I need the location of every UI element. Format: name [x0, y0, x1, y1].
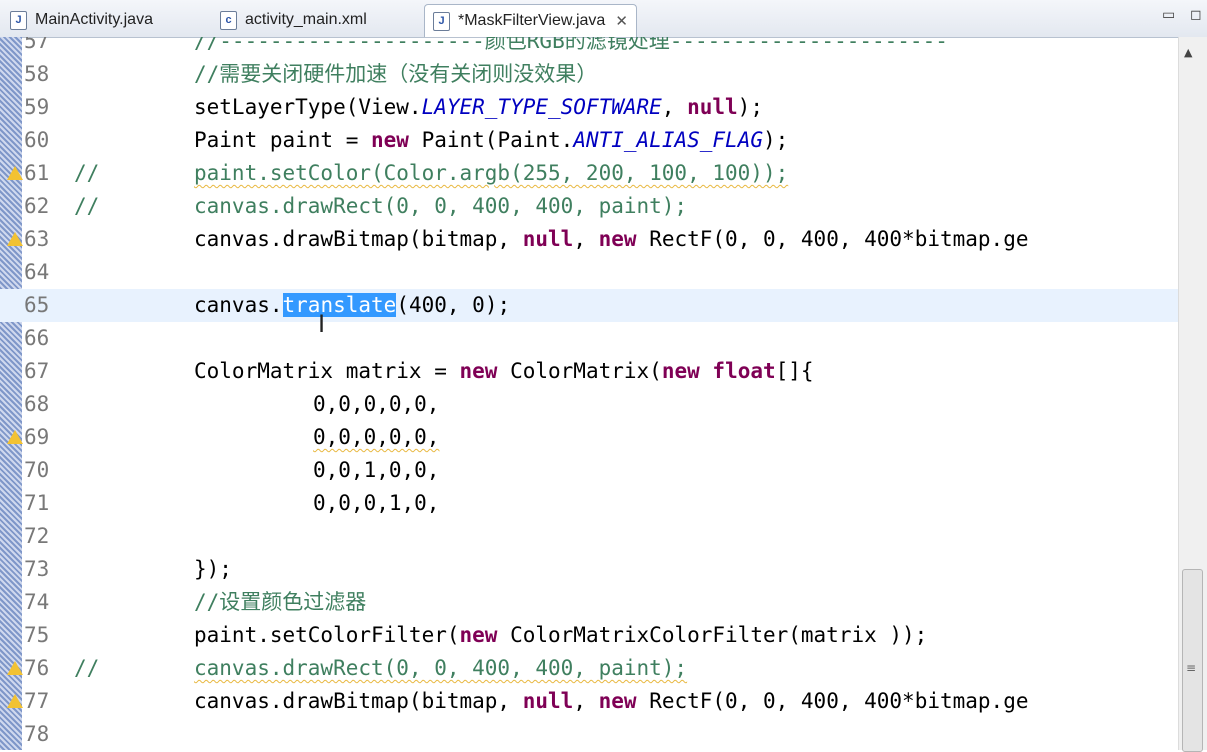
text-cursor-icon: I [318, 310, 326, 338]
warning-icon[interactable] [7, 661, 23, 675]
code-line: 64 [0, 256, 1178, 289]
minimize-icon[interactable]: ▭ [1162, 6, 1175, 23]
warning-icon[interactable] [7, 694, 23, 708]
line-number: 60 [24, 128, 50, 152]
code-line: 68 0,0,0,0,0, [0, 388, 1178, 421]
code-text: //需要关闭硬件加速（没有关闭则没效果） [194, 62, 598, 86]
code-text: 0,0,0,0,0, [313, 392, 440, 416]
warning-icon[interactable] [7, 232, 23, 246]
code-text: canvas.drawRect(0, 0, 400, 400, paint); [194, 194, 688, 218]
line-number: 64 [24, 260, 50, 284]
text-selection[interactable]: translate [282, 293, 397, 317]
code-line: 59 setLayerType(View.LAYER_TYPE_SOFTWARE… [0, 91, 1178, 124]
code-text: 0,0,0,0,0, [313, 425, 440, 449]
line-number: 71 [24, 491, 50, 515]
maximize-icon[interactable]: ◻ [1190, 6, 1202, 23]
line-number: 62 [24, 194, 50, 218]
code-text: canvas.translate(400, 0); [194, 293, 511, 317]
code-text: canvas.drawBitmap(bitmap, null, new Rect… [194, 689, 1029, 713]
line-number: 74 [24, 590, 50, 614]
code-text: setLayerType(View.LAYER_TYPE_SOFTWARE, n… [194, 95, 763, 119]
code-text: 0,0,1,0,0, [313, 458, 440, 482]
line-number: 76 [24, 656, 50, 680]
code-line: 76 // canvas.drawRect(0, 0, 400, 400, pa… [0, 652, 1178, 685]
java-file-icon: J [10, 10, 27, 30]
warning-icon[interactable] [7, 430, 23, 444]
line-number: 69 [24, 425, 50, 449]
line-number: 72 [24, 524, 50, 548]
editor-tab-bar: J MainActivity.java c activity_main.xml … [0, 0, 1207, 38]
line-number: 68 [24, 392, 50, 416]
line-number: 67 [24, 359, 50, 383]
line-number: 66 [24, 326, 50, 350]
code-text: canvas.drawRect(0, 0, 400, 400, paint); [194, 656, 688, 680]
code-line: 72 [0, 520, 1178, 553]
code-text: //设置颜色过滤器 [194, 590, 367, 614]
code-text: Paint paint = new Paint(Paint.ANTI_ALIAS… [194, 128, 789, 152]
line-number: 57 [24, 37, 50, 53]
code-line-current: 65 canvas.translate(400, 0); [0, 289, 1178, 322]
tab-label: activity_main.xml [245, 11, 367, 28]
line-number: 58 [24, 62, 50, 86]
line-number: 59 [24, 95, 50, 119]
line-number: 63 [24, 227, 50, 251]
code-text: //---------------------颜色RGB的滤镜处理-------… [194, 37, 948, 53]
code-text: paint.setColorFilter(new ColorMatrixColo… [194, 623, 928, 647]
code-line: 62 // canvas.drawRect(0, 0, 400, 400, pa… [0, 190, 1178, 223]
code-line: 66 [0, 322, 1178, 355]
tab-maskfilterview[interactable]: J *MaskFilterView.java ✕ [424, 4, 637, 37]
code-line: 69 0,0,0,0,0, [0, 421, 1178, 454]
line-number: 77 [24, 689, 50, 713]
line-number: 78 [24, 722, 50, 746]
code-line: 60 Paint paint = new Paint(Paint.ANTI_AL… [0, 124, 1178, 157]
code-text: ColorMatrix matrix = new ColorMatrix(new… [194, 359, 814, 383]
code-line: 63 canvas.drawBitmap(bitmap, null, new R… [0, 223, 1178, 256]
code-line: 57 //---------------------颜色RGB的滤镜处理----… [0, 37, 1178, 58]
code-line: 71 0,0,0,1,0, [0, 487, 1178, 520]
java-file-icon: J [433, 11, 450, 31]
comment-prefix: // [74, 161, 100, 185]
code-line: 67 ColorMatrix matrix = new ColorMatrix(… [0, 355, 1178, 388]
line-number: 65 [24, 293, 50, 317]
warning-icon[interactable] [7, 166, 23, 180]
line-number: 61 [24, 161, 50, 185]
code-line: 78 [0, 718, 1178, 750]
code-line: 75 paint.setColorFilter(new ColorMatrixC… [0, 619, 1178, 652]
comment-prefix: // [74, 194, 100, 218]
code-line: 74 //设置颜色过滤器 [0, 586, 1178, 619]
code-line: 73 }); [0, 553, 1178, 586]
code-line: 70 0,0,1,0,0, [0, 454, 1178, 487]
code-text: paint.setColor(Color.argb(255, 200, 100,… [194, 161, 789, 185]
code-text: 0,0,0,1,0, [313, 491, 440, 515]
code-line: 58 //需要关闭硬件加速（没有关闭则没效果） [0, 58, 1178, 91]
close-icon[interactable]: ✕ [615, 12, 628, 30]
line-number: 73 [24, 557, 50, 581]
xml-file-icon: c [220, 10, 237, 30]
code-editor[interactable]: 57 //---------------------颜色RGB的滤镜处理----… [0, 37, 1178, 750]
code-text: canvas.drawBitmap(bitmap, null, new Rect… [194, 227, 1029, 251]
code-text: }); [194, 557, 232, 581]
code-line: 77 canvas.drawBitmap(bitmap, null, new R… [0, 685, 1178, 718]
tab-label: *MaskFilterView.java [458, 12, 606, 29]
scrollbar-grip-icon: ≡ [1186, 661, 1197, 675]
line-number: 75 [24, 623, 50, 647]
line-number: 70 [24, 458, 50, 482]
scroll-up-arrow-icon[interactable]: ▲ [1184, 46, 1192, 59]
tab-activity-main-xml[interactable]: c activity_main.xml [220, 4, 367, 36]
tab-label: MainActivity.java [35, 11, 153, 28]
code-line: 61 // paint.setColor(Color.argb(255, 200… [0, 157, 1178, 190]
comment-prefix: // [74, 656, 100, 680]
tab-mainactivity[interactable]: J MainActivity.java [10, 4, 153, 36]
